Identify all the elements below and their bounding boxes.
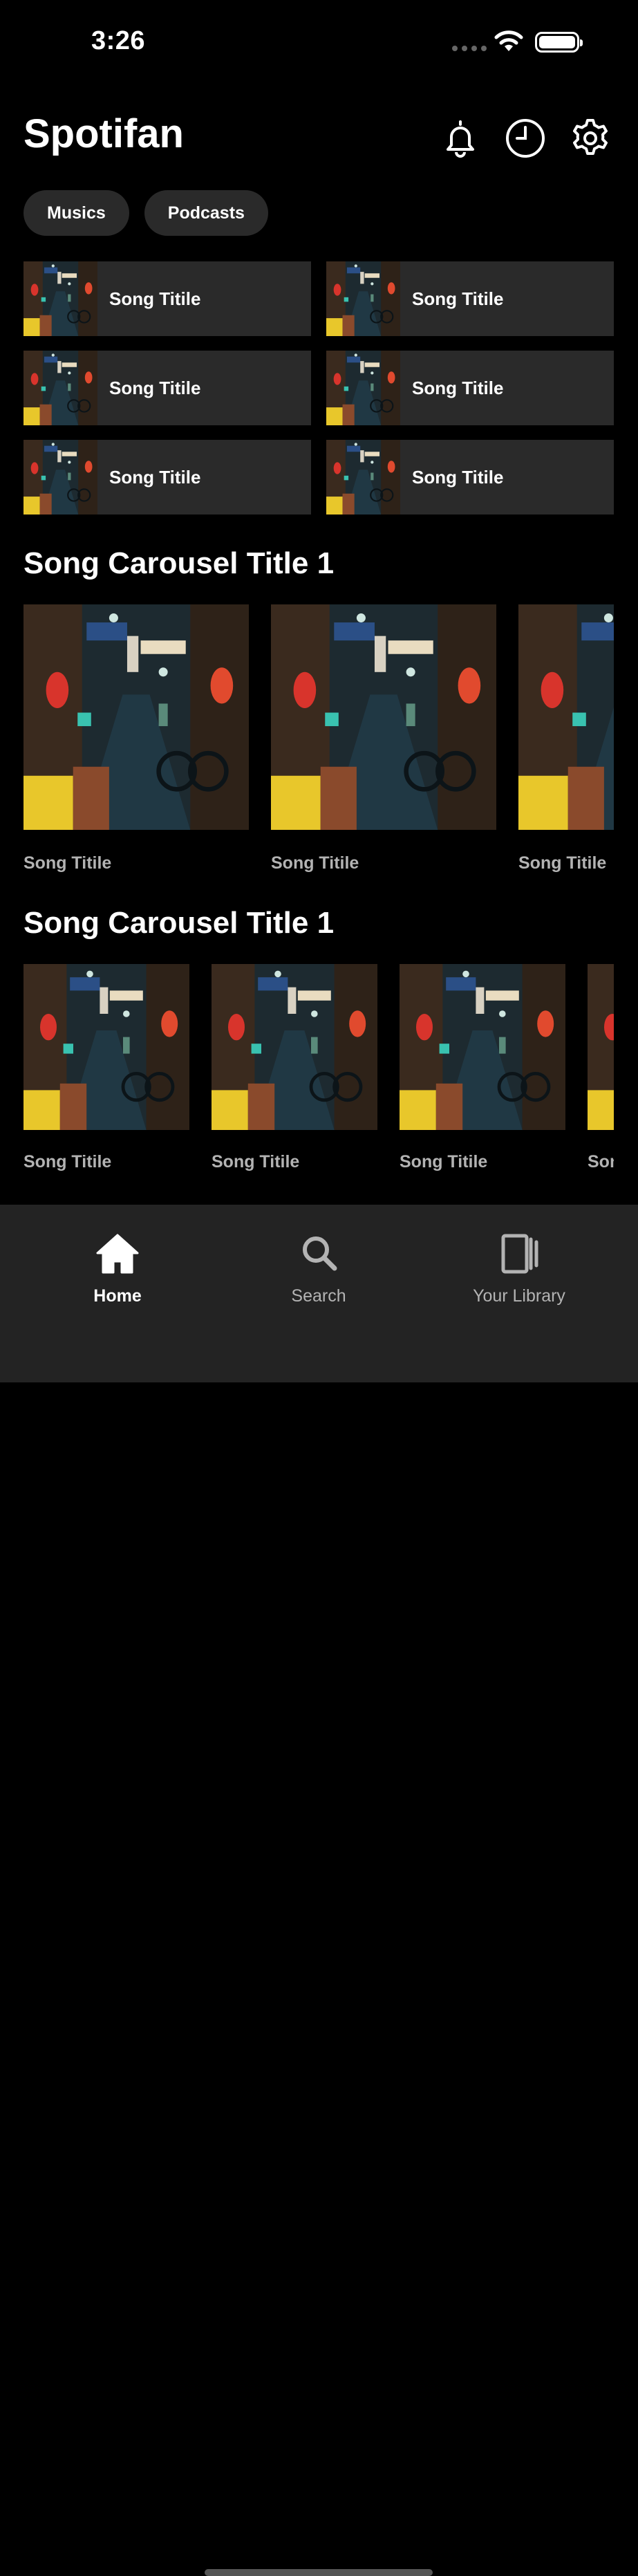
home-indicator: [205, 2569, 433, 2576]
library-icon: [501, 1234, 538, 1274]
chip-musics[interactable]: Musics: [24, 190, 129, 236]
album-art: [326, 351, 400, 425]
quick-pick-item[interactable]: Song Titile: [326, 261, 614, 336]
album-art: [212, 964, 377, 1130]
carousel-card[interactable]: Song Titile: [212, 964, 377, 1178]
carousel-card-title: Song Titile: [24, 853, 112, 873]
gear-icon[interactable]: [570, 118, 611, 159]
carousel-card[interactable]: Song Titile: [271, 604, 496, 881]
carousel-title: Song Carousel Title 1: [24, 906, 335, 940]
quick-pick-item[interactable]: Song Titile: [326, 351, 614, 425]
carousel-card-title: Song Titile: [212, 1152, 300, 1171]
quick-pick-item[interactable]: Song Titile: [326, 440, 614, 515]
quick-pick-title: Song Titile: [109, 466, 201, 488]
quick-pick-title: Song Titile: [109, 288, 201, 309]
carousel-card-title: Song Titile: [518, 853, 607, 873]
album-art: [24, 440, 97, 515]
status-bar: 3:26: [0, 0, 638, 83]
home-icon: [96, 1234, 139, 1274]
carousel-card[interactable]: Song Titile: [24, 964, 189, 1178]
tab-label: Your Library: [473, 1286, 565, 1306]
carousel-card-title: Song Titile: [588, 1152, 614, 1171]
album-art: [400, 964, 565, 1130]
album-art: [588, 964, 614, 1130]
carousel-card[interactable]: Song Titile: [400, 964, 565, 1178]
album-art: [24, 261, 97, 336]
quick-pick-title: Song Titile: [109, 377, 201, 398]
carousel-card[interactable]: Song Titile: [588, 964, 614, 1178]
tab-home[interactable]: Home: [35, 1232, 200, 1306]
album-art: [24, 964, 189, 1130]
quick-pick-item[interactable]: Song Titile: [24, 351, 311, 425]
chip-podcasts[interactable]: Podcasts: [144, 190, 268, 236]
carousel-title: Song Carousel Title 1: [24, 546, 335, 580]
quick-pick-title: Song Titile: [412, 377, 504, 398]
battery-icon: [535, 32, 583, 53]
app-title: Spotifan: [24, 111, 184, 156]
song-carousel[interactable]: Song Titile Song Titile Song Titile: [24, 604, 614, 881]
filter-chips: Musics Podcasts: [24, 190, 268, 236]
album-art: [326, 261, 400, 336]
album-art: [271, 604, 496, 830]
album-art: [24, 604, 249, 830]
search-icon: [303, 1236, 337, 1271]
album-art: [518, 604, 614, 830]
album-art: [326, 440, 400, 515]
header-actions: [440, 118, 611, 159]
quick-pick-item[interactable]: Song Titile: [24, 440, 311, 515]
tab-your-library[interactable]: Your Library: [436, 1232, 602, 1306]
tab-search[interactable]: Search: [236, 1232, 402, 1306]
tab-label: Search: [291, 1286, 346, 1306]
quick-pick-title: Song Titile: [412, 466, 504, 488]
status-time: 3:26: [91, 26, 146, 55]
carousel-card[interactable]: Song Titile: [24, 604, 249, 881]
album-art: [24, 351, 97, 425]
carousel-card[interactable]: Song Titile: [518, 604, 614, 881]
cellular-signal-icon: [452, 46, 487, 51]
song-carousel[interactable]: Song Titile Song Titile Song Titile Song…: [24, 964, 614, 1178]
quick-pick-item[interactable]: Song Titile: [24, 261, 311, 336]
tab-bar: Home Search Your Library: [0, 1205, 638, 2576]
history-icon[interactable]: [505, 118, 546, 159]
bell-icon[interactable]: [440, 118, 481, 159]
tab-label: Home: [93, 1286, 142, 1306]
wifi-icon: [494, 30, 523, 51]
carousel-card-title: Song Titile: [271, 853, 359, 873]
carousel-card-title: Song Titile: [400, 1152, 488, 1171]
carousel-card-title: Song Titile: [24, 1152, 112, 1171]
quick-picks-grid: Song Titile Song Titile Song Titile Song…: [24, 261, 614, 515]
quick-pick-title: Song Titile: [412, 288, 504, 309]
